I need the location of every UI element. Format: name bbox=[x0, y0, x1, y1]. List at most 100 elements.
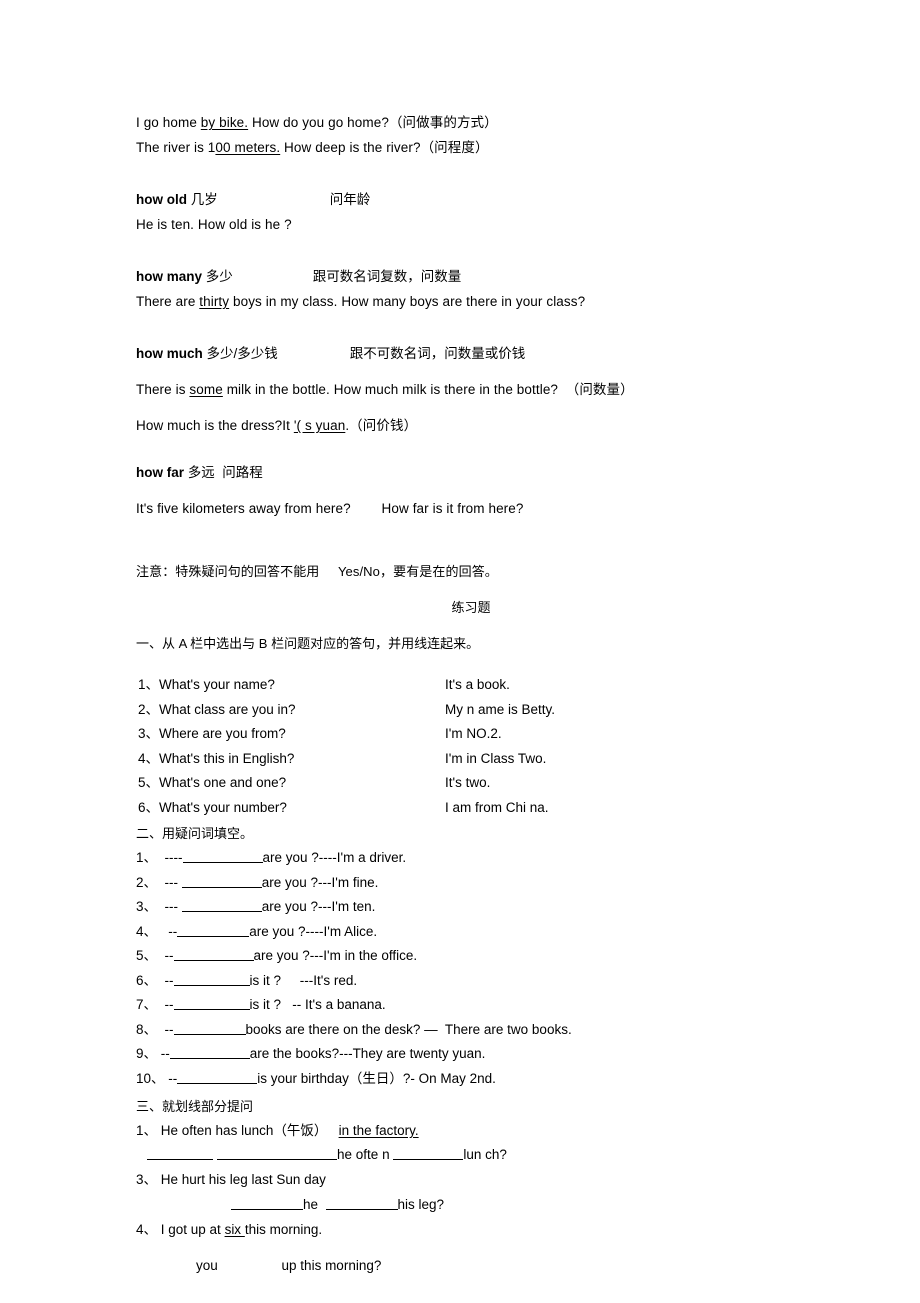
fill-item-1: 1、 ---- are you ?----I'm a driver. bbox=[136, 846, 816, 871]
entry-how-much-note: 跟不可数名词，问数量或价钱 bbox=[349, 346, 526, 361]
match-question-2[interactable]: 2、What class are you in? bbox=[136, 698, 445, 723]
many-example-post: boys in my class. How many boys are ther… bbox=[229, 294, 586, 309]
match-answer-3[interactable]: I'm NO.2. bbox=[445, 722, 816, 747]
rewrite-item-1-num: 1、 bbox=[136, 1123, 158, 1138]
entry-how-old-example: He is ten. How old is he ? bbox=[136, 217, 292, 232]
rewrite-item-1-underline: in the factory. bbox=[338, 1123, 419, 1138]
entry-how-much-meaning: 多少/多少钱 bbox=[202, 346, 278, 361]
fill-item-7: 7、 -- is it ? -- It's a banana. bbox=[136, 993, 816, 1018]
document-page: I go home by bike. How do you go home?（问… bbox=[0, 0, 920, 1303]
intro-example-1-underline: by bike. bbox=[200, 115, 249, 130]
dress-answer-pre: It bbox=[282, 418, 294, 433]
fill-item-3: 3、 --- are you ?---I'm ten. bbox=[136, 895, 816, 920]
fill-item-9-num: 9、 bbox=[136, 1046, 158, 1061]
table-row: 3、Where are you from? I'm NO.2. bbox=[136, 722, 816, 747]
rewrite-item-1-answer: he ofte n lun ch? bbox=[136, 1142, 816, 1167]
fill-item-7-blank[interactable] bbox=[173, 996, 250, 1010]
rewrite-item-1-blank-c[interactable] bbox=[393, 1146, 464, 1160]
fill-item-6-post: is it ? ---It's red. bbox=[249, 972, 358, 988]
intro-example-1: I go home by bike. How do you go home?（问… bbox=[136, 110, 816, 135]
section-one-heading: 一、从 A 栏中选出与 B 栏问题对应的答句，并用线连起来。 bbox=[136, 636, 480, 651]
dress-question: How much is the dress? bbox=[136, 418, 283, 433]
fill-item-1-post: are you ?----I'm a driver. bbox=[262, 850, 407, 865]
match-question-1[interactable]: 1、What's your name? bbox=[136, 673, 445, 698]
fill-item-5-blank[interactable] bbox=[173, 947, 254, 961]
table-row: 4、What's this in English? I'm in Class T… bbox=[136, 747, 816, 772]
rewrite-item-1-blank-b[interactable] bbox=[217, 1146, 338, 1160]
rewrite-item-1-blank-a[interactable] bbox=[147, 1146, 214, 1160]
fill-item-8: 8、 -- books are there on the desk? — Ther… bbox=[136, 1018, 816, 1043]
intro-example-2-pre: The river is 1 bbox=[136, 140, 216, 155]
rewrite-item-3-answer: he his leg? bbox=[136, 1192, 816, 1217]
match-question-3[interactable]: 3、Where are you from? bbox=[136, 722, 445, 747]
fill-item-8-blank[interactable] bbox=[173, 1021, 246, 1035]
section-two-heading: 二、用疑问词填空。 bbox=[136, 826, 254, 841]
rewrite-item-4: 4、 I got up at six this morning. bbox=[136, 1217, 816, 1242]
rewrite-item-4-post: this morning. bbox=[244, 1222, 323, 1237]
fill-item-10-pre: -- bbox=[164, 1070, 178, 1086]
entry-how-far-heading: how far 多远 问路程 bbox=[136, 460, 816, 485]
rewrite-item-1-text: He often has lunch（午饭） bbox=[157, 1123, 339, 1138]
fill-item-7-pre: -- bbox=[157, 997, 174, 1012]
dress-answer-post: .（问价钱） bbox=[345, 418, 418, 433]
entry-how-much-term: how much bbox=[136, 346, 203, 361]
rewrite-item-1-indent bbox=[136, 1147, 147, 1162]
entry-how-much-example-1: There is some milk in the bottle. How mu… bbox=[136, 377, 816, 402]
fill-item-2: 2、 --- are you ?---I'm fine. bbox=[136, 871, 816, 896]
fill-item-3-blank[interactable] bbox=[181, 898, 262, 912]
milk-example-pre: There is bbox=[136, 382, 190, 397]
fill-item-4-num: 4、 bbox=[136, 923, 158, 939]
match-exercise: 1、What's your name? It's a book. 2、What … bbox=[136, 673, 816, 820]
fill-item-6-pre: -- bbox=[157, 972, 174, 988]
dress-answer-underline: '( s yuan bbox=[293, 418, 346, 433]
fill-item-2-blank[interactable] bbox=[181, 874, 262, 888]
rewrite-item-4-pre: I got up at bbox=[157, 1222, 225, 1237]
entry-how-much-heading: how much 多少/多少钱 跟不可数名词，问数量或价钱 bbox=[136, 341, 816, 366]
rewrite-item-3-blank-a[interactable] bbox=[231, 1196, 303, 1210]
table-row: 6、What's your number? I am from Chi na. bbox=[136, 796, 816, 821]
match-question-5[interactable]: 5、What's one and one? bbox=[136, 771, 445, 796]
intro-example-1-post: How do you go home?（问做事的方式） bbox=[248, 115, 498, 130]
match-question-4[interactable]: 4、What's this in English? bbox=[136, 747, 445, 772]
match-answer-5[interactable]: It's two. bbox=[445, 771, 816, 796]
fill-item-4-blank[interactable] bbox=[177, 923, 250, 937]
match-answer-4[interactable]: I'm in Class Two. bbox=[445, 747, 816, 772]
rewrite-item-4-underline: six bbox=[224, 1222, 245, 1237]
rewrite-item-3-blank-b[interactable] bbox=[325, 1196, 398, 1210]
entry-how-far-meaning: 多远 问路程 bbox=[184, 465, 263, 480]
fill-item-7-post: is it ? -- It's a banana. bbox=[249, 997, 386, 1012]
match-question-6[interactable]: 6、What's your number? bbox=[136, 796, 445, 821]
fill-item-4: 4、 -- are you ?----I'm Alice. bbox=[136, 920, 816, 945]
fill-item-6-num: 6、 bbox=[136, 972, 158, 988]
fill-item-10-blank[interactable] bbox=[177, 1070, 258, 1084]
fill-item-8-post: books are there on the desk? — There are… bbox=[245, 1021, 572, 1037]
fill-item-6-blank[interactable] bbox=[173, 972, 250, 986]
fill-item-3-post: are you ?---I'm ten. bbox=[261, 899, 376, 914]
fill-item-9-blank[interactable] bbox=[169, 1045, 250, 1059]
rewrite-item-1-mid: he ofte n bbox=[337, 1147, 394, 1162]
fill-item-1-blank[interactable] bbox=[182, 849, 263, 863]
intro-example-2-underline: 00 meters. bbox=[215, 140, 281, 155]
rewrite-item-3-num: 3、 bbox=[136, 1172, 158, 1187]
fill-item-9-pre: -- bbox=[157, 1046, 170, 1061]
match-answer-6[interactable]: I am from Chi na. bbox=[445, 796, 816, 821]
fill-item-2-post: are you ?---I'm fine. bbox=[261, 874, 379, 890]
table-row: 1、What's your name? It's a book. bbox=[136, 673, 816, 698]
milk-example-post: milk in the bottle. How much milk is the… bbox=[222, 382, 634, 397]
fill-item-5-pre: -- bbox=[157, 948, 174, 963]
note-line: 注意：特殊疑问句的回答不能用 Yes/No，要有是在的回答。 bbox=[136, 564, 498, 579]
match-answer-2[interactable]: My n ame is Betty. bbox=[445, 698, 816, 723]
many-example-pre: There are bbox=[136, 294, 200, 309]
intro-example-2-post: How deep is the river?（问程度） bbox=[280, 140, 489, 155]
match-answer-1[interactable]: It's a book. bbox=[445, 673, 816, 698]
fill-item-4-post: are you ?----I'm Alice. bbox=[249, 923, 378, 939]
fill-item-3-num: 3、 bbox=[136, 899, 158, 914]
entry-how-much-example-2: How much is the dress?It '( s yuan.（问价钱） bbox=[136, 413, 816, 438]
